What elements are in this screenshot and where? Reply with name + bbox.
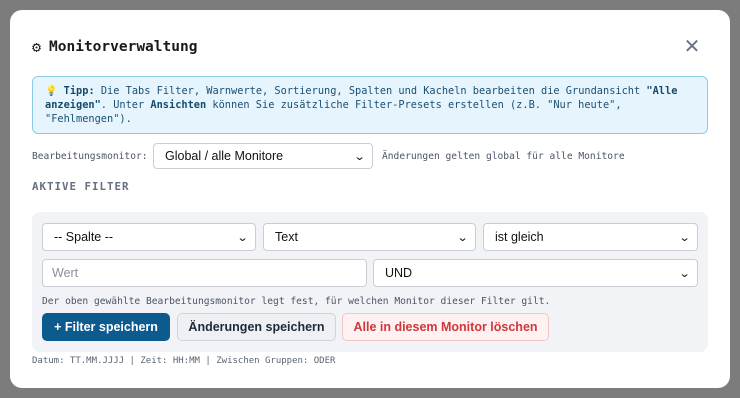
type-select[interactable]: Text ⌄: [263, 223, 476, 251]
monitor-row: Bearbeitungsmonitor: Global / alle Monit…: [32, 143, 712, 169]
save-filter-button[interactable]: + Filter speichern: [42, 313, 170, 341]
value-input-placeholder: Wert: [52, 266, 79, 280]
monitor-hint: Änderungen gelten global für alle Monito…: [382, 151, 625, 162]
dialog-header: ⚙ Monitorverwaltung: [32, 38, 197, 56]
tip-strong-views: Ansichten: [150, 98, 207, 111]
filter-panel: -- Spalte -- ⌄ Text ⌄ ist gleich ⌄ Wert …: [32, 212, 708, 352]
logic-select[interactable]: UND ⌄: [373, 259, 698, 287]
chevron-down-icon: ⌄: [678, 266, 691, 280]
type-select-value: Text: [275, 230, 298, 244]
logic-select-value: UND: [385, 266, 413, 280]
operator-select-value: ist gleich: [495, 230, 544, 244]
lightbulb-icon: 💡: [45, 86, 58, 97]
active-filters-heading: AKTIVE FILTER: [32, 180, 130, 193]
column-select[interactable]: -- Spalte -- ⌄: [42, 223, 256, 251]
filter-note: Der oben gewählte Bearbeitungsmonitor le…: [42, 296, 551, 307]
monitor-management-dialog: ⚙ Monitorverwaltung ✕ 💡 Tipp: Die Tabs F…: [10, 10, 730, 388]
monitor-label: Bearbeitungsmonitor:: [32, 151, 148, 162]
operator-select[interactable]: ist gleich ⌄: [483, 223, 698, 251]
tip-label: Tipp:: [63, 85, 95, 97]
save-changes-button[interactable]: Änderungen speichern: [177, 313, 336, 341]
chevron-down-icon: ⌄: [236, 230, 249, 244]
tip-text: . Unter: [100, 98, 151, 111]
chevron-down-icon: ⌄: [456, 230, 469, 244]
close-icon[interactable]: ✕: [682, 36, 702, 56]
tip-text: Die Tabs Filter, Warnwerte, Sortierung, …: [94, 85, 647, 97]
dialog-title: Monitorverwaltung: [49, 39, 198, 55]
monitor-select[interactable]: Global / alle Monitore ⌄: [153, 143, 373, 169]
chevron-down-icon: ⌄: [678, 230, 691, 244]
delete-all-button[interactable]: Alle in diesem Monitor löschen: [342, 313, 549, 341]
monitor-select-value: Global / alle Monitore: [165, 149, 284, 163]
format-hint-footer: Datum: TT.MM.JJJJ | Zeit: HH:MM | Zwisch…: [32, 356, 336, 366]
tip-box: 💡 Tipp: Die Tabs Filter, Warnwerte, Sort…: [32, 76, 708, 134]
chevron-down-icon: ⌄: [353, 149, 366, 163]
value-input[interactable]: Wert: [42, 259, 367, 287]
column-select-value: -- Spalte --: [54, 230, 114, 244]
gear-icon: ⚙: [32, 38, 42, 56]
